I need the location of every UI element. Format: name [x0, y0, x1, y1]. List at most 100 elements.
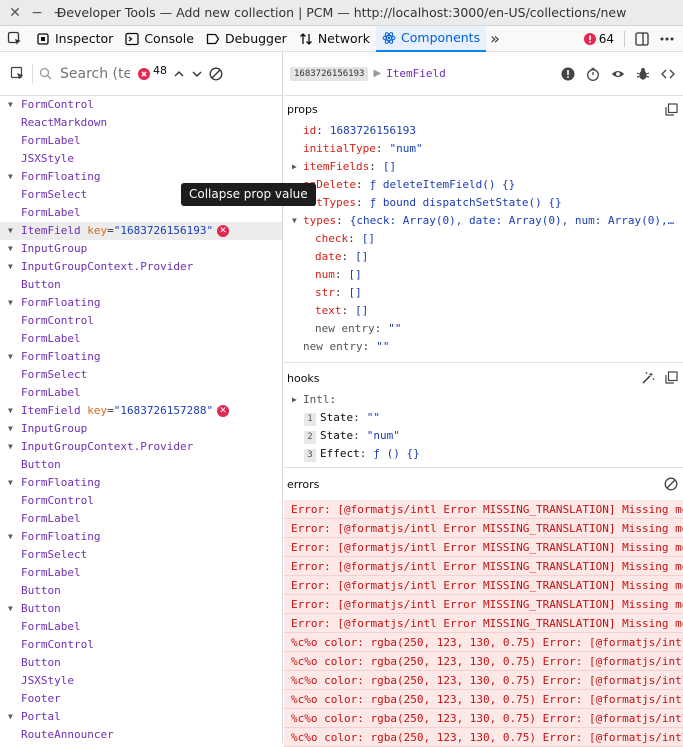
- tree-row[interactable]: FormLabel: [0, 330, 282, 348]
- caret-down-icon[interactable]: ▼: [8, 222, 13, 240]
- caret-down-icon[interactable]: ▼: [292, 212, 297, 230]
- tree-row[interactable]: ▼ FormFloating: [0, 474, 282, 492]
- prop-value[interactable]: ƒ deleteItemField() {}: [370, 178, 516, 191]
- tree-row[interactable]: Footer: [0, 690, 282, 708]
- tree-row[interactable]: FormLabel: [0, 618, 282, 636]
- tree-row[interactable]: FormLabel: [0, 204, 282, 222]
- caret-down-icon[interactable]: ▼: [8, 168, 13, 186]
- copy-icon[interactable]: [665, 371, 678, 384]
- clear-errors-icon[interactable]: [209, 67, 223, 81]
- tree-row[interactable]: ▼ FormFloating: [0, 348, 282, 366]
- caret-down-icon[interactable]: ▼: [8, 96, 13, 114]
- maximize-window-icon[interactable]: +: [48, 5, 70, 21]
- search-input[interactable]: [58, 64, 132, 83]
- tree-row[interactable]: ▼ FormFloating: [0, 528, 282, 546]
- hook-row[interactable]: 1 State: "": [284, 409, 683, 427]
- prop-value[interactable]: {check: Array(0), date: Array(0), num: A…: [350, 214, 675, 227]
- error-message[interactable]: Error: [@formatjs/intl Error MISSING_TRA…: [284, 519, 683, 538]
- caret-down-icon[interactable]: ▼: [8, 258, 13, 276]
- caret-right-icon[interactable]: ▶: [292, 391, 297, 409]
- tree-row[interactable]: FormLabel: [0, 132, 282, 150]
- caret-down-icon[interactable]: ▼: [8, 402, 13, 420]
- error-message[interactable]: Error: [@formatjs/intl Error MISSING_TRA…: [284, 614, 683, 633]
- tab-inspector[interactable]: Inspector: [30, 26, 119, 52]
- tree-row[interactable]: ▼ Portal: [0, 708, 282, 726]
- error-message[interactable]: Error: [@formatjs/intl Error MISSING_TRA…: [284, 576, 683, 595]
- more-tabs-icon[interactable]: »: [486, 29, 504, 48]
- tree-row[interactable]: ReactMarkdown: [0, 114, 282, 132]
- prop-value[interactable]: []: [349, 268, 362, 281]
- copy-icon[interactable]: [665, 102, 678, 116]
- close-window-icon[interactable]: ✕: [4, 5, 26, 21]
- error-message[interactable]: %c%o color: rgba(250, 123, 130, 0.75) Er…: [284, 671, 683, 690]
- tab-network[interactable]: Network: [293, 26, 376, 52]
- tree-row[interactable]: JSXStyle: [0, 672, 282, 690]
- caret-down-icon[interactable]: ▼: [8, 528, 13, 546]
- hook-value[interactable]: "num": [367, 429, 400, 442]
- prop-value[interactable]: 1683726156193: [330, 124, 416, 137]
- error-badge-icon[interactable]: ✕: [217, 405, 230, 417]
- element-picker-button[interactable]: [0, 26, 30, 52]
- error-message[interactable]: %c%o color: rgba(250, 123, 130, 0.75) Er…: [284, 709, 683, 728]
- caret-down-icon[interactable]: ▼: [8, 708, 13, 726]
- tree-row[interactable]: FormSelect: [0, 366, 282, 384]
- tree-row[interactable]: ▼ InputGroup: [0, 420, 282, 438]
- tree-row[interactable]: FormControl: [0, 492, 282, 510]
- prop-row[interactable]: check: []: [284, 230, 683, 248]
- prop-row[interactable]: ▶ itemFields: []: [284, 158, 683, 176]
- minimize-window-icon[interactable]: −: [26, 5, 48, 21]
- prop-value[interactable]: []: [355, 304, 368, 317]
- prop-row[interactable]: setTypes: ƒ bound dispatchSetState() {}: [284, 194, 683, 212]
- prop-row[interactable]: num: []: [284, 266, 683, 284]
- tree-row[interactable]: ▼ InputGroupContext.Provider: [0, 258, 282, 276]
- prop-row[interactable]: ▼ types: {check: Array(0), date: Array(0),…: [284, 212, 683, 230]
- chevron-up-icon[interactable]: [173, 68, 185, 80]
- tree-row[interactable]: RouteAnnouncer: [0, 726, 282, 744]
- error-badge-icon[interactable]: ✕: [217, 225, 230, 237]
- prop-value[interactable]: []: [362, 232, 375, 245]
- caret-down-icon[interactable]: ▼: [8, 420, 13, 438]
- tab-console[interactable]: Console: [119, 26, 200, 52]
- tree-row[interactable]: ▼ FormControl: [0, 96, 282, 114]
- tree-row[interactable]: FormControl: [0, 312, 282, 330]
- tree-row[interactable]: ▼ InputGroupContext.Provider: [0, 438, 282, 456]
- tree-row[interactable]: FormLabel: [0, 564, 282, 582]
- prop-row[interactable]: initialType: "num": [284, 140, 683, 158]
- tree-row[interactable]: ▼ ItemField key="1683726157288" ✕: [0, 402, 282, 420]
- tree-row[interactable]: Button: [0, 276, 282, 294]
- tree-row[interactable]: ▼ InputGroup: [0, 240, 282, 258]
- eye-icon[interactable]: [611, 67, 625, 81]
- bug-icon[interactable]: [636, 67, 650, 81]
- tree-row[interactable]: Button: [0, 456, 282, 474]
- stopwatch-icon[interactable]: [586, 67, 600, 81]
- caret-down-icon[interactable]: ▼: [8, 474, 13, 492]
- tree-row[interactable]: FormLabel: [0, 510, 282, 528]
- search-error-count[interactable]: 48: [138, 64, 167, 80]
- prop-row[interactable]: new entry: "": [284, 338, 683, 356]
- prop-value[interactable]: "": [376, 340, 389, 353]
- caret-down-icon[interactable]: ▼: [8, 240, 13, 258]
- magic-wand-icon[interactable]: [641, 371, 655, 385]
- error-message[interactable]: Error: [@formatjs/intl Error MISSING_TRA…: [284, 595, 683, 614]
- prop-row[interactable]: date: []: [284, 248, 683, 266]
- prop-row[interactable]: str: []: [284, 284, 683, 302]
- hook-value[interactable]: "": [367, 411, 380, 424]
- prop-row[interactable]: id: 1683726156193: [284, 122, 683, 140]
- error-suspend-icon[interactable]: [561, 67, 575, 81]
- error-message[interactable]: %c%o color: rgba(250, 123, 130, 0.75) Er…: [284, 690, 683, 709]
- hook-row[interactable]: 2 State: "num": [284, 427, 683, 445]
- tree-row[interactable]: ▼ ItemField key="1683726156193" ✕: [0, 222, 282, 240]
- more-options-icon[interactable]: [659, 31, 675, 47]
- caret-right-icon[interactable]: ▶: [292, 158, 297, 176]
- tree-row[interactable]: FormLabel: [0, 384, 282, 402]
- error-message[interactable]: %c%o color: rgba(250, 123, 130, 0.75) Er…: [284, 633, 683, 652]
- prop-row[interactable]: new entry: "": [284, 320, 683, 338]
- error-message[interactable]: %c%o color: rgba(250, 123, 130, 0.75) Er…: [284, 652, 683, 671]
- error-message[interactable]: Error: [@formatjs/intl Error MISSING_TRA…: [284, 500, 683, 519]
- tree-row[interactable]: ▼ Button: [0, 600, 282, 618]
- caret-down-icon[interactable]: ▼: [8, 600, 13, 618]
- error-message[interactable]: Error: [@formatjs/intl Error MISSING_TRA…: [284, 557, 683, 576]
- tree-row[interactable]: ▼ FormFloating: [0, 294, 282, 312]
- hook-value[interactable]: ƒ () {}: [373, 447, 419, 460]
- tree-row[interactable]: Button: [0, 654, 282, 672]
